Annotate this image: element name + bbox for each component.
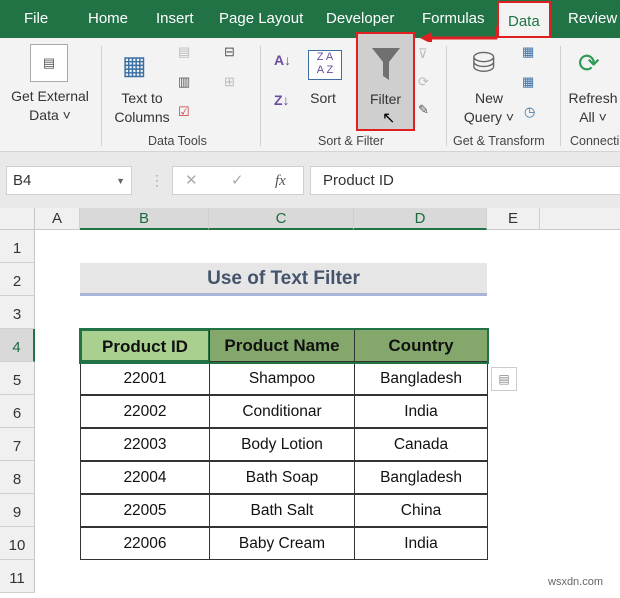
formula-buttons: ✕ ✓ fx	[172, 166, 304, 195]
table-cell[interactable]: Bath Soap	[209, 461, 355, 494]
table-header-cell[interactable]: Product ID	[80, 329, 210, 362]
row-header-8[interactable]: 8	[0, 461, 35, 494]
label: Columns	[114, 109, 170, 125]
filter-funnel-icon	[372, 48, 400, 80]
group-label-data-tools: Data Tools	[148, 134, 207, 148]
column-header-a[interactable]: A	[35, 208, 80, 230]
quick-analysis-icon[interactable]: ▤	[491, 367, 517, 391]
table-cell[interactable]: 22004	[80, 461, 210, 494]
name-box-value: B4	[13, 172, 32, 189]
table-cell[interactable]: Body Lotion	[209, 428, 355, 461]
row-header-4[interactable]: 4	[0, 329, 35, 362]
label: Sort	[310, 90, 336, 106]
annotation-arrow-icon	[420, 25, 498, 42]
label: Get External	[11, 88, 89, 104]
table-cell[interactable]: Bath Salt	[209, 494, 355, 527]
filter-button[interactable]: Filter ↖	[356, 32, 415, 131]
recent-sources-icon[interactable]: ◷	[524, 104, 535, 120]
label: New	[474, 90, 503, 106]
table-cell[interactable]: Bangladesh	[354, 362, 488, 395]
label: All ˅	[579, 109, 607, 125]
clear-filter-icon[interactable]: ⊽	[418, 46, 428, 62]
relationships-icon[interactable]: ⊞	[224, 74, 235, 90]
advanced-filter-icon[interactable]: ✎	[418, 102, 429, 118]
ribbon-tabs: File Home Insert Page Layout Developer F…	[0, 0, 620, 38]
row-header-5[interactable]: 5	[0, 362, 35, 395]
chevron-down-icon[interactable]: ▼	[116, 167, 125, 195]
text-to-columns-icon: ▦	[122, 50, 147, 80]
table-cell[interactable]: 22001	[80, 362, 210, 395]
row-header-3[interactable]: 3	[0, 296, 35, 329]
consolidate-icon[interactable]: ⊟	[224, 44, 235, 60]
mouse-cursor-icon: ↖	[382, 110, 396, 127]
tab-home[interactable]: Home	[88, 0, 128, 38]
table-cell[interactable]: 22003	[80, 428, 210, 461]
column-header-e[interactable]: E	[487, 208, 540, 230]
sheet-title[interactable]: Use of Text Filter	[80, 263, 487, 296]
label: Data ˅	[29, 107, 71, 123]
row-header-10[interactable]: 10	[0, 527, 35, 560]
label: Filter	[369, 91, 402, 107]
select-all-button[interactable]	[0, 208, 35, 230]
table-cell[interactable]: China	[354, 494, 488, 527]
table-cell[interactable]: 22006	[80, 527, 210, 560]
table-cell[interactable]: Canada	[354, 428, 488, 461]
column-header-b[interactable]: B	[80, 208, 209, 230]
label: Text to	[121, 90, 163, 106]
table-header-cell[interactable]: Country	[354, 329, 488, 362]
row-header-2[interactable]: 2	[0, 263, 35, 296]
table-cell[interactable]: Baby Cream	[209, 527, 355, 560]
table-cell[interactable]: 22002	[80, 395, 210, 428]
enter-icon[interactable]: ✓	[231, 167, 244, 195]
tab-data[interactable]: Data	[497, 1, 551, 38]
label: Query ˅	[463, 109, 515, 125]
row-header-6[interactable]: 6	[0, 395, 35, 428]
table-cell[interactable]: India	[354, 527, 488, 560]
table-cell[interactable]: 22005	[80, 494, 210, 527]
row-header-7[interactable]: 7	[0, 428, 35, 461]
drag-handle-icon[interactable]: ⋮	[150, 172, 164, 189]
column-header-f[interactable]	[540, 208, 620, 230]
sort-z-a-icon[interactable]: Z↓	[274, 92, 290, 108]
label: Refresh	[568, 90, 618, 106]
tab-insert[interactable]: Insert	[156, 0, 194, 38]
column-header-d[interactable]: D	[354, 208, 487, 230]
insert-function-icon[interactable]: fx	[275, 167, 286, 195]
reapply-icon[interactable]: ⟳	[418, 74, 429, 90]
table-header-cell[interactable]: Product Name	[209, 329, 355, 362]
flash-fill-icon[interactable]: ▤	[178, 44, 190, 60]
tab-review[interactable]: Review	[568, 0, 617, 38]
ribbon: ▤ Get External Data ˅ ▦ Text to Columns ▤ …	[0, 32, 620, 152]
name-box[interactable]: B4 ▼	[6, 166, 132, 195]
group-label-get-transform: Get & Transform	[453, 134, 545, 148]
formula-input[interactable]: Product ID	[310, 166, 620, 195]
sort-icon: Z AA Z	[308, 50, 342, 80]
refresh-icon: ⟳	[578, 48, 600, 78]
tab-page-layout[interactable]: Page Layout	[219, 0, 303, 38]
from-table-icon[interactable]: ▦	[522, 74, 534, 90]
formula-bar-area: B4 ▼ ⋮ ✕ ✓ fx Product ID	[0, 152, 620, 208]
database-icon: ▤	[30, 44, 68, 82]
sort-a-z-icon[interactable]: A↓	[274, 52, 291, 68]
watermark: wsxdn.com	[548, 576, 604, 588]
table-cell[interactable]: India	[354, 395, 488, 428]
row-header-9[interactable]: 9	[0, 494, 35, 527]
show-queries-icon[interactable]: ▦	[522, 44, 534, 60]
row-header-11[interactable]: 11	[0, 560, 35, 593]
table-cell[interactable]: Shampoo	[209, 362, 355, 395]
row-header-1[interactable]: 1	[0, 230, 35, 263]
cancel-icon[interactable]: ✕	[185, 167, 198, 195]
remove-duplicates-icon[interactable]: ▥	[178, 74, 190, 90]
table-cell[interactable]: Bangladesh	[354, 461, 488, 494]
table-cell[interactable]: Conditionar	[209, 395, 355, 428]
tab-file[interactable]: File	[24, 0, 48, 38]
group-label-sort-filter: Sort & Filter	[318, 134, 384, 148]
data-validation-icon[interactable]: ☑	[178, 104, 190, 120]
column-header-c[interactable]: C	[209, 208, 354, 230]
group-label-connections: Connecti	[570, 134, 620, 148]
new-query-icon: ⛁	[472, 47, 496, 78]
